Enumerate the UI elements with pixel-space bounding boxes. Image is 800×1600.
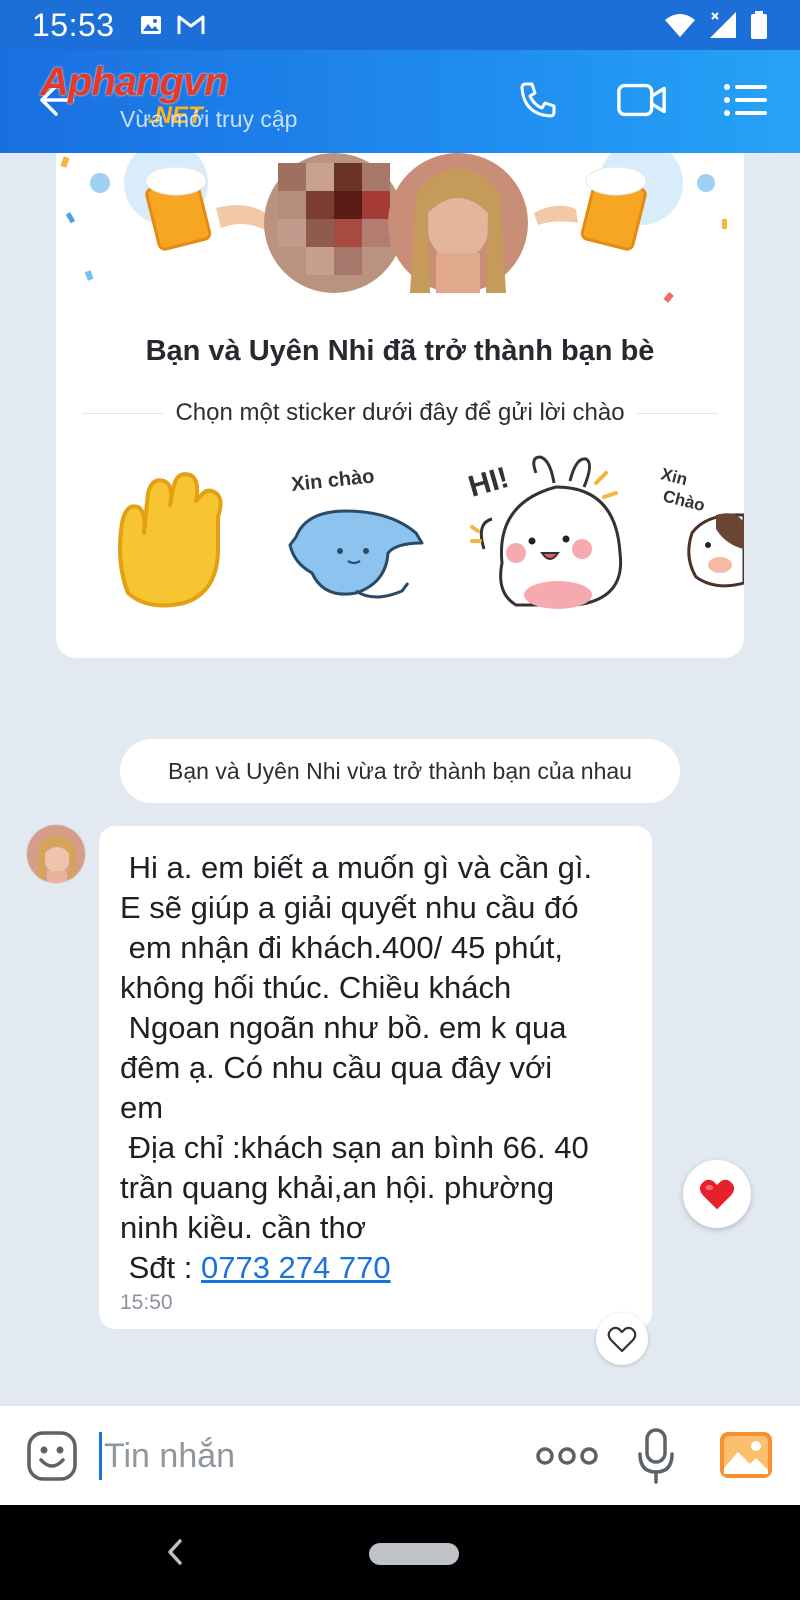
- battery-icon: [751, 11, 767, 39]
- heart-outline-icon: [607, 1326, 637, 1353]
- user-avatar-blurred: [264, 153, 404, 293]
- photo-gallery-button[interactable]: [718, 1428, 774, 1482]
- sender-avatar[interactable]: [26, 824, 86, 884]
- text-caret: [99, 1432, 102, 1480]
- gallery-image-icon: [720, 1432, 772, 1478]
- sticker-cow-xin-chao[interactable]: Xin Chào: [659, 464, 744, 588]
- header-actions: [512, 78, 772, 122]
- emoji-sticker-button[interactable]: [26, 1430, 78, 1482]
- sticker-label-xin-chao: Xin chào: [290, 465, 375, 496]
- sticker-wave-hand[interactable]: [118, 472, 223, 608]
- incoming-message-bubble[interactable]: Hi a. em biết a muốn gì và cần gì. E sẽ …: [99, 826, 652, 1329]
- nav-back-icon[interactable]: [160, 1535, 190, 1569]
- signal-icon: [710, 12, 736, 38]
- message-line: ninh kiều. cần thơ: [120, 1210, 367, 1245]
- message-line: em nhận đi khách.400/ 45 phút,: [120, 930, 563, 965]
- status-system-icons: [664, 10, 768, 40]
- heart-filled-icon: [699, 1179, 735, 1210]
- sticker-bunny-hi[interactable]: HI!: [465, 455, 623, 609]
- emoji-icon: [27, 1431, 77, 1481]
- nav-home-pill[interactable]: [369, 1543, 459, 1565]
- beer-mug-left-icon: [90, 153, 276, 251]
- system-navigation-bar: [0, 1505, 800, 1600]
- status-notification-icons: [139, 13, 205, 37]
- message-line: không hối thúc. Chiều khách: [120, 970, 512, 1005]
- message-timestamp: 15:50: [120, 1291, 173, 1314]
- message-input[interactable]: [104, 1428, 504, 1484]
- microphone-icon: [638, 1428, 674, 1484]
- message-line: trần quang khải,an hội. phường: [120, 1170, 555, 1205]
- voice-message-button[interactable]: [636, 1426, 676, 1486]
- sticker-label-hi: HI!: [465, 461, 513, 504]
- status-time: 15:53: [32, 6, 115, 43]
- sticker-blue-cat[interactable]: Xin chào: [288, 465, 424, 599]
- message-line: Hi a. em biết a muốn gì và cần gì.: [120, 850, 593, 885]
- message-line: E sẽ giúp a giải quyết nhu cầu đó: [120, 890, 579, 925]
- message-line: em: [120, 1090, 164, 1125]
- video-call-icon: [617, 83, 666, 117]
- beer-mug-right-icon: [534, 153, 715, 251]
- more-dots-icon: [536, 1447, 598, 1465]
- friend-avatar-photo: [388, 153, 528, 293]
- chat-header: Aphangvn .NET Vừa mới truy cập: [0, 50, 800, 153]
- message-line: Ngoan ngoãn như bồ. em k qua: [120, 1010, 567, 1045]
- friend-card-subtitle-row: Chọn một sticker dưới đây để gửi lời chà…: [82, 399, 719, 427]
- like-message-button[interactable]: [596, 1313, 648, 1365]
- phone-number-link[interactable]: 0773 274 770: [201, 1250, 391, 1285]
- quick-reaction-button[interactable]: [683, 1160, 751, 1228]
- message-line: đêm ạ. Có nhu cầu qua đây với: [120, 1050, 553, 1085]
- sticker-label-xin-chao-2: Xin: [659, 464, 689, 489]
- new-friend-card: Bạn và Uyên Nhi đã trở thành bạn bè Chọn…: [56, 153, 744, 658]
- friend-card-subtitle: Chọn một sticker dưới đây để gửi lời chà…: [175, 399, 625, 426]
- sender-avatar-image: [27, 825, 85, 883]
- more-options-button[interactable]: [536, 1438, 598, 1474]
- phone-icon: [520, 82, 556, 118]
- watermark-logo: Aphangvn: [40, 60, 229, 104]
- gmail-icon: [177, 15, 205, 34]
- divider-right: [636, 412, 719, 414]
- contact-status: Vừa mới truy cập: [120, 106, 298, 132]
- message-phone-row: Sđt : 0773 274 770: [120, 1248, 632, 1288]
- video-call-button[interactable]: [616, 78, 668, 122]
- message-line: Địa chỉ :khách sạn an bình 66. 40: [120, 1130, 589, 1165]
- image-icon: [140, 16, 161, 34]
- sticker-label-chao-2: Chào: [661, 486, 707, 515]
- friend-card-title: Bạn và Uyên Nhi đã trở thành bạn bè: [145, 335, 655, 367]
- message-input-bar: [0, 1405, 800, 1505]
- wifi-icon: [665, 14, 695, 37]
- menu-icon: [724, 84, 767, 116]
- phone-label: Sđt :: [120, 1250, 201, 1285]
- celebration-banner: [60, 153, 727, 303]
- system-message-pill: Bạn và Uyên Nhi vừa trở thành bạn của nh…: [120, 739, 680, 803]
- status-bar: 15:53: [0, 0, 800, 50]
- divider-left: [82, 412, 164, 414]
- menu-button[interactable]: [720, 78, 772, 122]
- phone-call-button[interactable]: [512, 78, 564, 122]
- sticker-suggestions: Xin chào HI! Xin Chào: [118, 455, 744, 609]
